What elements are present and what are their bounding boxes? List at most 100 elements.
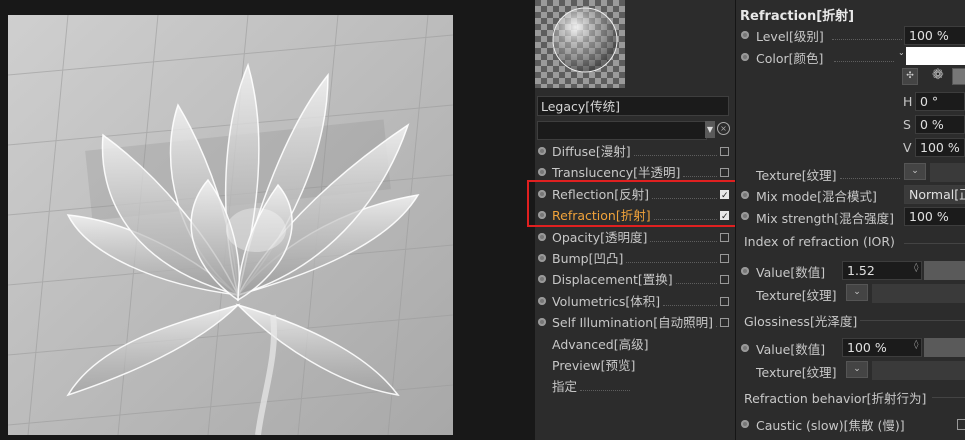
gloss-value-input[interactable]: 100 % — [842, 338, 922, 357]
color-picker-mode-icon[interactable]: ✣ — [902, 68, 918, 85]
channel-link-dot-icon[interactable] — [538, 318, 546, 327]
channel-leader — [676, 283, 717, 285]
channel-link-dot-icon[interactable] — [538, 211, 546, 220]
channel-row[interactable]: Bump[凹凸] — [535, 249, 735, 269]
channel-label: Translucency[半透明] — [552, 165, 681, 181]
channel-checkbox[interactable] — [720, 275, 729, 285]
ior-slider[interactable] — [924, 261, 965, 280]
channel-label: Bump[凹凸] — [552, 251, 624, 266]
channel-row[interactable]: Refraction[折射] — [535, 206, 735, 227]
mix-mode-label: Mix mode[混合模式] — [756, 189, 877, 204]
channel-checkbox[interactable] — [720, 186, 729, 206]
glossiness-group-line — [860, 320, 965, 321]
channel-row[interactable]: Self Illumination[自动照明] — [535, 313, 735, 333]
channel-leader — [650, 240, 717, 242]
channel-label: Opacity[透明度] — [552, 229, 648, 245]
level-label: Level[级别] — [756, 29, 824, 44]
ior-value-label: Value[数值] — [756, 265, 826, 280]
material-preset-field[interactable]: Legacy[传统] — [537, 96, 729, 116]
channel-row[interactable]: Volumetrics[体积] — [535, 292, 735, 312]
gloss-spinner-icon[interactable]: ◊ — [914, 340, 918, 350]
color-spectrum-icon[interactable] — [952, 68, 965, 85]
gloss-slider[interactable] — [924, 338, 965, 357]
render-viewport — [0, 0, 535, 440]
channel-label: Volumetrics[体积] — [552, 293, 661, 309]
level-input[interactable]: 100 % — [904, 26, 965, 45]
caustic-label: Caustic (slow)[焦散 (慢)] — [756, 418, 905, 433]
channel-link-dot-icon[interactable] — [538, 168, 546, 177]
channel-checkbox[interactable] — [720, 296, 729, 306]
saturation-label: S — [903, 117, 911, 132]
channel-link-dot-icon[interactable] — [538, 254, 546, 262]
hue-input[interactable]: 0 ° — [915, 92, 965, 111]
channel-checkbox[interactable] — [720, 147, 729, 156]
channel-row[interactable]: Reflection[反射] — [535, 185, 735, 206]
channel-link-dot-icon[interactable] — [538, 232, 546, 241]
value-label: V — [903, 140, 912, 155]
channel-checkbox[interactable] — [720, 207, 729, 227]
channel-row[interactable]: Translucency[半透明] — [535, 163, 735, 183]
channel-link-dot-icon[interactable] — [538, 296, 546, 305]
channel-link-dot-icon[interactable] — [538, 189, 546, 198]
mix-mode-dropdown[interactable]: Normal[正 — [904, 185, 965, 204]
channel-leader — [683, 176, 717, 178]
caustic-checkbox[interactable] — [957, 419, 965, 430]
color-wheel-icon[interactable]: ❁ — [932, 67, 944, 83]
channel-label: Reflection[反射] — [552, 186, 649, 202]
material-preview-swatch[interactable] — [535, 0, 625, 88]
channel-link-dot-icon[interactable] — [538, 275, 546, 284]
channel-leader — [716, 326, 717, 328]
channel-link-dot-icon[interactable] — [538, 147, 546, 155]
channel-label: Diffuse[漫射] — [552, 144, 631, 159]
channel-checkbox[interactable] — [720, 168, 729, 178]
color-link-dot-icon[interactable] — [741, 53, 749, 61]
gloss-value-link-dot-icon[interactable] — [741, 344, 749, 352]
submaterial-dropdown-icon[interactable]: ▼ — [705, 121, 715, 138]
mix-mode-link-dot-icon[interactable] — [741, 191, 749, 199]
glossiness-group-title: Glossiness[光泽度] — [744, 314, 858, 329]
ior-group-title: Index of refraction (IOR) — [744, 234, 895, 249]
behavior-group-title: Refraction behavior[折射行为] — [744, 391, 927, 406]
level-leader — [832, 39, 902, 40]
texture-slot[interactable] — [930, 163, 965, 182]
caustic-link-dot-icon[interactable] — [741, 420, 749, 428]
channel-row[interactable]: Diffuse[漫射] — [535, 142, 735, 162]
channel-checkbox[interactable] — [720, 254, 729, 263]
channel-row[interactable]: Displacement[置换] — [535, 270, 735, 290]
color-leader — [834, 61, 894, 62]
section-title: Refraction[折射] — [740, 9, 855, 24]
gloss-texture-label: Texture[纹理] — [756, 365, 837, 380]
level-link-dot-icon[interactable] — [741, 31, 749, 39]
ior-value-input[interactable]: 1.52 — [842, 261, 922, 280]
channel-checkbox[interactable] — [720, 318, 729, 328]
submaterial-field[interactable] — [537, 121, 707, 140]
channel-leader — [580, 390, 630, 392]
mix-strength-link-dot-icon[interactable] — [741, 212, 749, 220]
mix-strength-input[interactable]: 100 % — [904, 207, 965, 226]
refraction-properties-panel: Refraction[折射] Level[级别] 100 % Color[颜色]… — [736, 0, 965, 440]
ior-texture-menu-button[interactable]: ⌄ — [846, 284, 868, 301]
color-expand-icon[interactable]: ⌄ — [898, 48, 905, 57]
channel-label: Preview[预览] — [552, 358, 636, 373]
channel-row[interactable]: Advanced[高级] — [535, 335, 735, 355]
gloss-value-label: Value[数值] — [756, 342, 826, 357]
ior-spinner-icon[interactable]: ◊ — [914, 263, 918, 273]
value-input[interactable]: 100 % — [915, 138, 965, 157]
ior-texture-slot[interactable] — [872, 284, 965, 303]
channel-row[interactable]: Preview[预览] — [535, 356, 735, 376]
saturation-input[interactable]: 0 % — [915, 115, 965, 134]
ior-value-link-dot-icon[interactable] — [741, 267, 749, 275]
channel-label: Advanced[高级] — [552, 336, 649, 352]
channel-row[interactable]: Opacity[透明度] — [535, 228, 735, 248]
channel-row[interactable]: 指定 — [535, 377, 735, 397]
channel-checkbox[interactable] — [720, 232, 729, 242]
texture-leader — [840, 178, 900, 179]
texture-menu-button[interactable]: ⌄ — [904, 163, 926, 180]
color-swatch[interactable] — [906, 47, 965, 65]
gloss-texture-menu-button[interactable]: ⌄ — [846, 361, 868, 378]
channel-label: Refraction[折射] — [552, 208, 651, 224]
ior-texture-label: Texture[纹理] — [756, 288, 837, 303]
gloss-texture-slot[interactable] — [872, 361, 965, 380]
submaterial-clear-icon[interactable]: × — [717, 122, 730, 135]
glass-lotus-render — [8, 15, 453, 435]
